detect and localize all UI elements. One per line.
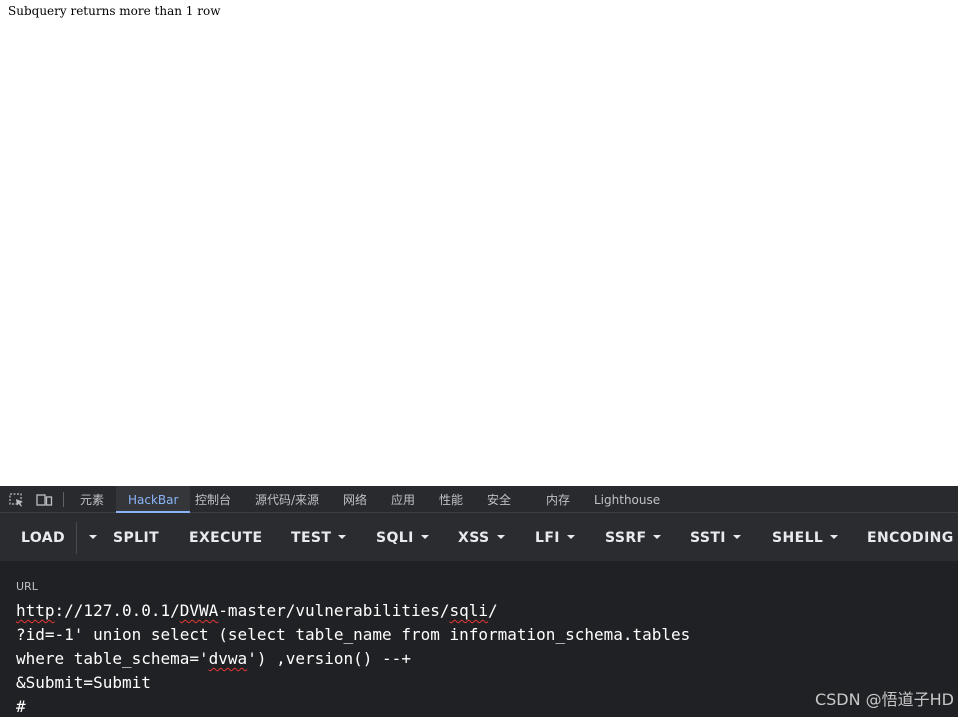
url-line-3: where table_schema='dvwa') ,version() --…	[16, 647, 946, 671]
load-divider	[76, 522, 77, 554]
url-text: -master/vulnerabilities/	[218, 601, 450, 620]
spellcheck-word: DVWA	[179, 601, 219, 620]
chevron-down-icon	[496, 535, 505, 539]
url-text: ') ,version() --+	[247, 649, 411, 668]
hackbar-toolbar: LOAD SPLIT EXECUTE TEST SQLI XSS LFI SSR…	[0, 513, 958, 561]
tab-security[interactable]: 安全	[487, 486, 511, 512]
hackbar-body: URL http://127.0.0.1/DVWA-master/vulnera…	[0, 561, 958, 717]
page-content: Subquery returns more than 1 row	[0, 0, 958, 486]
device-toolbar-icon[interactable]	[36, 492, 53, 506]
lfi-menu-label: LFI	[535, 530, 560, 546]
tab-elements[interactable]: 元素	[80, 486, 104, 512]
chevron-down-icon	[566, 535, 575, 539]
lfi-menu-button[interactable]: LFI	[535, 513, 575, 561]
shell-menu-button[interactable]: SHELL	[772, 513, 839, 561]
shell-menu-label: SHELL	[772, 530, 824, 546]
ssti-menu-button[interactable]: SSTI	[690, 513, 741, 561]
tab-console[interactable]: 控制台	[195, 486, 231, 512]
tab-memory[interactable]: 内存	[546, 486, 570, 512]
spellcheck-word: dvwa	[208, 649, 248, 668]
execute-button[interactable]: EXECUTE	[189, 513, 262, 561]
tab-hackbar[interactable]: HackBar	[116, 486, 191, 513]
url-line-2: ?id=-1' union select (select table_name …	[16, 625, 691, 644]
xss-menu-label: XSS	[458, 530, 490, 546]
test-menu-button[interactable]: TEST	[291, 513, 347, 561]
sqli-menu-label: SQLI	[376, 530, 414, 546]
load-dropdown-button[interactable]	[82, 513, 97, 561]
tab-lighthouse[interactable]: Lighthouse	[594, 486, 660, 512]
devtools-tabbar: 元素 HackBar 控制台 源代码/来源 网络 应用 性能 安全 内存 Lig…	[0, 486, 958, 513]
chevron-down-icon	[420, 535, 429, 539]
tab-performance[interactable]: 性能	[439, 486, 463, 512]
url-line-1: http://127.0.0.1/DVWA-master/vulnerabili…	[16, 599, 946, 623]
url-text: ://127.0.0.1/	[54, 601, 180, 620]
url-text: /	[488, 601, 498, 620]
tab-sources[interactable]: 源代码/来源	[255, 486, 319, 512]
ssti-menu-label: SSTI	[690, 530, 726, 546]
chevron-down-icon	[89, 535, 97, 539]
chevron-down-icon	[653, 535, 662, 539]
spellcheck-word: http	[16, 601, 55, 620]
url-textarea[interactable]: http://127.0.0.1/DVWA-master/vulnerabili…	[16, 599, 946, 717]
split-button[interactable]: SPLIT	[113, 513, 159, 561]
error-message: Subquery returns more than 1 row	[8, 4, 221, 18]
inspect-element-icon[interactable]	[9, 492, 25, 507]
ssrf-menu-label: SSRF	[605, 530, 647, 546]
url-line-5: #	[16, 697, 26, 716]
chevron-down-icon	[732, 535, 741, 539]
tab-network[interactable]: 网络	[343, 486, 367, 512]
devtools-panel: 元素 HackBar 控制台 源代码/来源 网络 应用 性能 安全 内存 Lig…	[0, 486, 958, 717]
url-label: URL	[16, 580, 38, 593]
load-button[interactable]: LOAD	[21, 513, 65, 561]
tabbar-separator	[63, 492, 64, 507]
sqli-menu-button[interactable]: SQLI	[376, 513, 429, 561]
url-line-4: &Submit=Submit	[16, 673, 151, 692]
xss-menu-button[interactable]: XSS	[458, 513, 505, 561]
encoding-menu-label: ENCODING	[867, 530, 954, 546]
watermark: CSDN @悟道子HD	[814, 690, 954, 709]
url-text: where table_schema='	[16, 649, 209, 668]
spellcheck-word: sqli	[449, 601, 489, 620]
encoding-menu-button[interactable]: ENCODING	[867, 513, 958, 561]
chevron-down-icon	[830, 535, 839, 539]
chevron-down-icon	[338, 535, 347, 539]
tab-application[interactable]: 应用	[391, 486, 415, 512]
test-menu-label: TEST	[291, 530, 332, 546]
ssrf-menu-button[interactable]: SSRF	[605, 513, 662, 561]
